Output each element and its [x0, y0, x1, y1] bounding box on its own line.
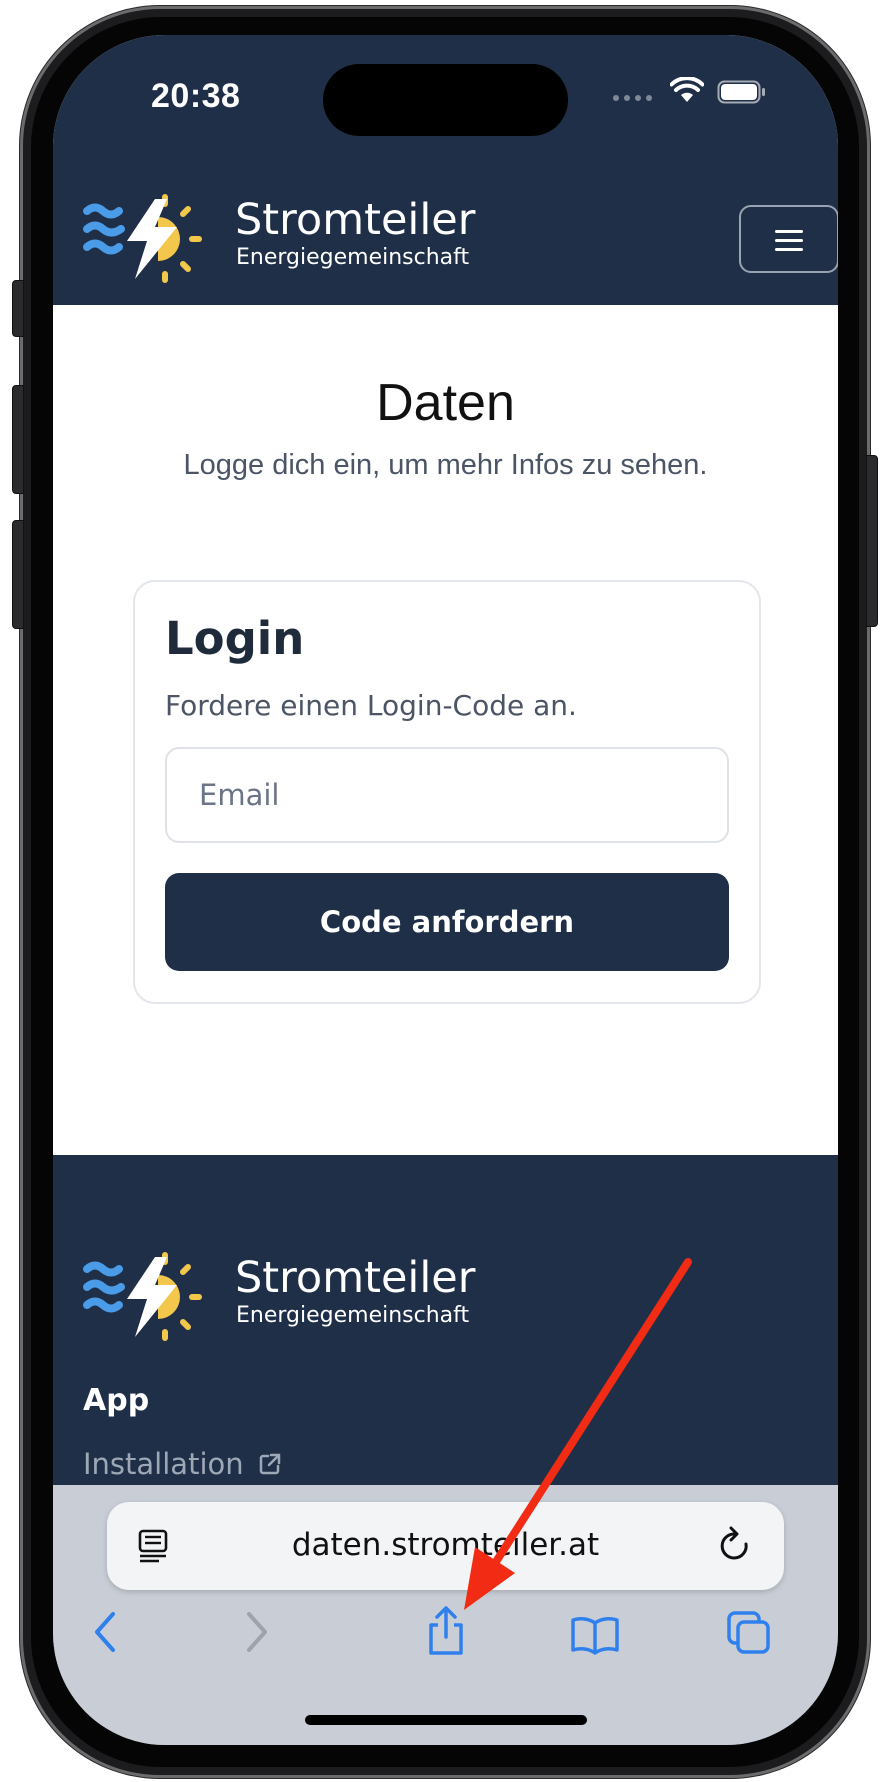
volume-up-button: [12, 385, 24, 494]
login-card: Login Fordere einen Login-Code an. Code …: [133, 580, 761, 1004]
browser-toolbar: daten.stromteiler.at: [53, 1485, 838, 1745]
forward-icon[interactable]: [243, 1610, 271, 1654]
brand-name: Stromteiler: [235, 195, 476, 245]
login-subtitle: Fordere einen Login-Code an.: [165, 689, 577, 722]
volume-down-button: [12, 520, 24, 629]
back-icon[interactable]: [91, 1610, 119, 1654]
email-field[interactable]: [165, 747, 729, 843]
brand-logo[interactable]: Stromteiler Energiegemeinschaft: [83, 187, 483, 283]
footer-link-label: Installation: [83, 1447, 244, 1481]
dynamic-island: [323, 64, 568, 136]
tabs-icon[interactable]: [726, 1610, 772, 1656]
page-title: Daten: [376, 374, 515, 432]
cellular-signal-icon: [613, 95, 652, 101]
share-icon[interactable]: [425, 1605, 467, 1657]
site-header: 20:38 Stromteiler Energiegemeinschaft: [53, 35, 838, 305]
home-indicator: [305, 1715, 587, 1725]
battery-icon: [717, 80, 765, 104]
footer-brand-tagline: Energiegemeinschaft: [236, 1303, 470, 1328]
footer-brand-logo[interactable]: Stromteiler Energiegemeinschaft: [83, 1245, 483, 1341]
footer-heading-app: App: [83, 1383, 150, 1418]
brand-tagline: Energiegemeinschaft: [236, 245, 470, 270]
external-link-icon: [259, 1453, 280, 1475]
url-text: daten.stromteiler.at: [291, 1527, 600, 1563]
brand-logo-icon: [83, 194, 202, 283]
wifi-icon: [670, 77, 704, 102]
bookmarks-icon[interactable]: [570, 1615, 620, 1655]
footer-link-installation[interactable]: Installation: [83, 1447, 282, 1481]
phone-screen: 20:38 Stromteiler Energiegemeinschaft Da…: [53, 35, 838, 1745]
footer-brand-name: Stromteiler: [235, 1253, 476, 1303]
address-bar[interactable]: daten.stromteiler.at: [107, 1502, 784, 1590]
menu-button[interactable]: [739, 205, 838, 273]
page-subtitle: Logge dich ein, um mehr Infos zu sehen.: [183, 449, 708, 481]
reload-icon[interactable]: [717, 1526, 753, 1566]
status-time: 20:38: [151, 77, 241, 115]
action-button: [12, 280, 24, 337]
power-button: [866, 455, 878, 627]
request-code-button[interactable]: Code anfordern: [165, 873, 729, 971]
login-title: Login: [165, 612, 305, 665]
brand-logo-icon: [83, 1252, 202, 1341]
